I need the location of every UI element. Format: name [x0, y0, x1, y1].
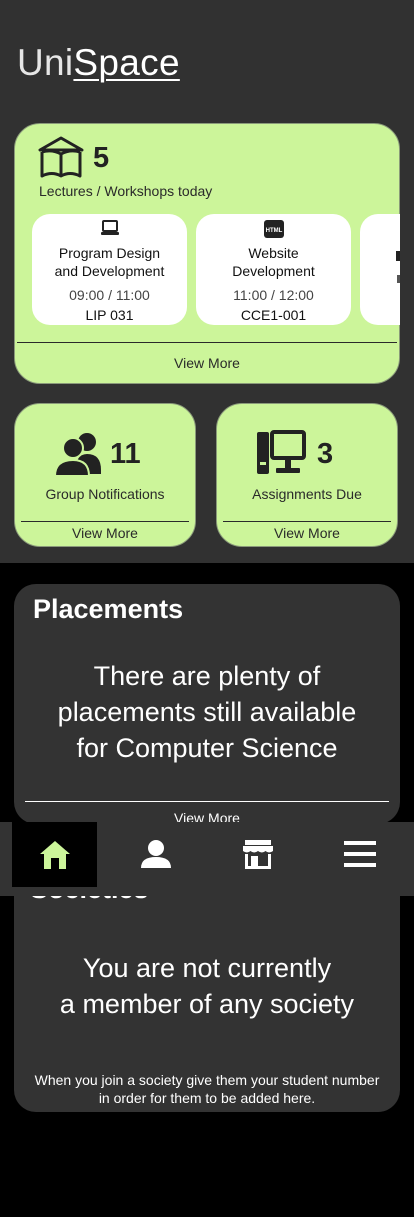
group-notifications-count: 11 [110, 438, 141, 470]
lectures-view-more[interactable]: View More [15, 355, 399, 371]
lecture-time: 09:00 / 11:00 [69, 287, 150, 303]
placements-divider [25, 801, 389, 802]
assignments-card[interactable]: 3 Assignments Due View More [216, 403, 398, 547]
placements-card[interactable]: Placements There are plenty of placement… [14, 584, 400, 826]
lecture-item[interactable]: Program Design and Development 09:00 / 1… [32, 214, 187, 325]
logo-uni: Uni [17, 42, 74, 83]
nav-menu[interactable] [317, 822, 402, 886]
assignments-count: 3 [317, 438, 334, 470]
assignments-label: Assignments Due [252, 486, 362, 502]
societies-card: Societies You are not currently a member… [14, 860, 400, 1112]
partial-lecture-time [397, 275, 400, 283]
placements-heading: Placements [33, 594, 184, 624]
html-icon: HTML [263, 220, 284, 238]
group-notifications-card[interactable]: 11 Group Notifications View More [14, 403, 196, 547]
nav-profile[interactable] [113, 822, 198, 886]
assignments-view-more[interactable]: View More [217, 525, 397, 541]
book-icon [38, 136, 84, 178]
profile-icon [140, 840, 171, 868]
partial-lecture-text [396, 251, 400, 261]
store-icon [242, 840, 273, 869]
lectures-count: 5 [93, 142, 110, 174]
societies-message: You are not currently a member of any so… [59, 953, 355, 1019]
assignments-divider [223, 521, 391, 522]
app-logo: UniSpace [17, 42, 180, 84]
bottom-nav [0, 822, 414, 896]
logo-space: Space [73, 42, 180, 83]
lecture-item[interactable]: HTML Website Development 11:00 / 12:00 C… [196, 214, 351, 325]
nav-store[interactable] [215, 822, 300, 886]
computer-icon [257, 430, 306, 474]
lecture-item-partial[interactable] [360, 214, 400, 325]
menu-icon [343, 841, 376, 867]
lecture-title: Website Development [232, 245, 315, 279]
lectures-divider [17, 342, 397, 343]
home-icon [39, 840, 70, 869]
lecture-room: CCE1-001 [240, 307, 307, 323]
placements-message: There are plenty of placements still ava… [57, 661, 357, 763]
nav-home[interactable] [12, 822, 97, 887]
svg-text:HTML: HTML [265, 228, 282, 234]
laptop-icon [100, 220, 119, 235]
group-notifications-view-more[interactable]: View More [15, 525, 195, 541]
lecture-room: LIP 031 [85, 307, 134, 323]
lecture-title: Program Design and Development [54, 245, 165, 279]
users-icon [53, 433, 101, 477]
group-notifications-divider [21, 521, 189, 522]
group-notifications-label: Group Notifications [45, 486, 165, 502]
lectures-label: Lectures / Workshops today [39, 183, 213, 199]
societies-note: When you join a society give them your s… [34, 1072, 380, 1106]
lecture-time: 11:00 / 12:00 [233, 287, 314, 303]
